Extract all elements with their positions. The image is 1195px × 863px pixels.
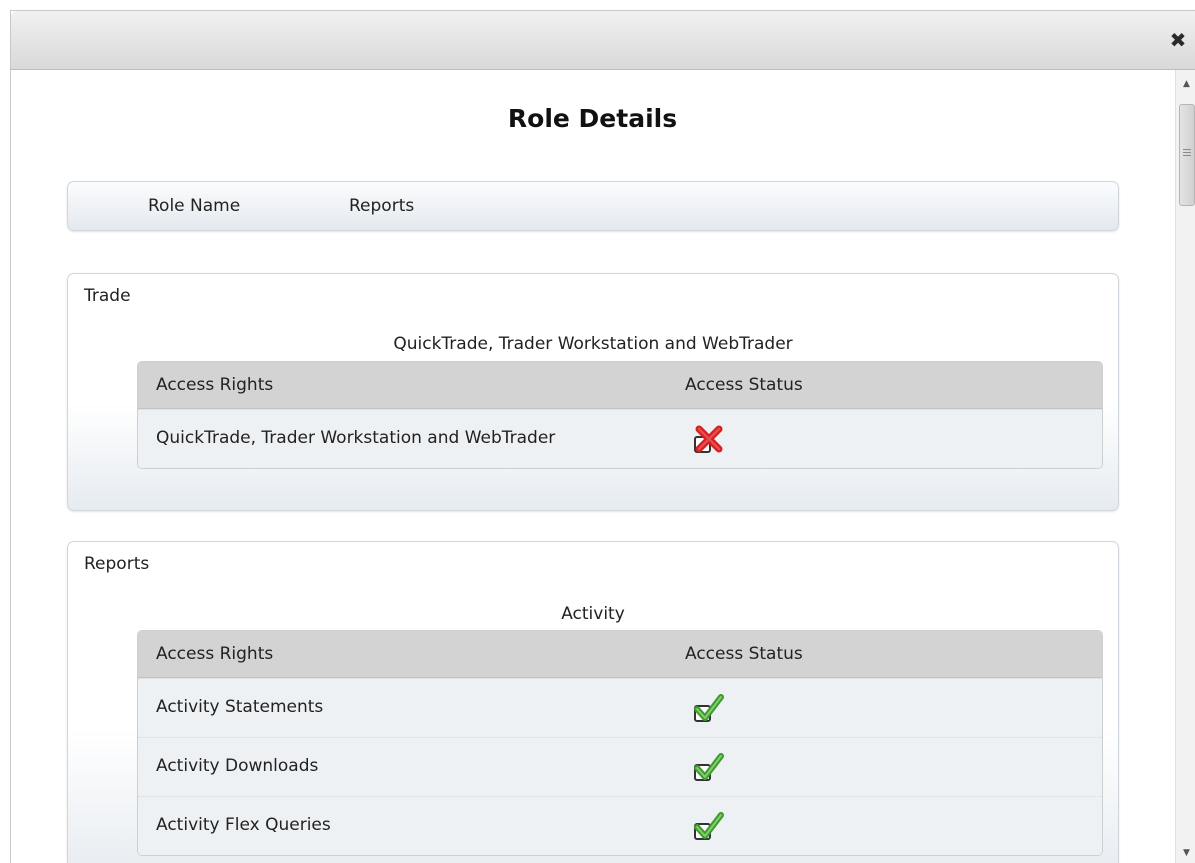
dialog-content: Role Details Role Name Reports Trade Qui… xyxy=(11,70,1174,863)
table-row: QuickTrade, Trader Workstation and WebTr… xyxy=(138,409,1102,468)
table-header: Access Rights Access Status xyxy=(138,362,1102,409)
page-title: Role Details xyxy=(507,104,678,133)
section-subheading: Activity xyxy=(561,604,625,624)
section-title: Reports xyxy=(84,554,150,574)
section-subheading: QuickTrade, Trader Workstation and WebTr… xyxy=(393,334,793,354)
table-row: Activity Downloads xyxy=(138,737,1102,796)
table-row: Activity Statements xyxy=(138,678,1102,737)
access-right-name: Activity Statements xyxy=(156,697,324,717)
granted-check-icon xyxy=(694,753,724,781)
access-right-name: QuickTrade, Trader Workstation and WebTr… xyxy=(156,428,556,448)
access-rights-table: Access Rights Access Status QuickTrade, … xyxy=(137,361,1103,469)
access-right-name: Activity Flex Queries xyxy=(156,815,331,835)
section-trade: Trade QuickTrade, Trader Workstation and… xyxy=(67,273,1119,511)
column-header-access-status: Access Status xyxy=(685,375,803,395)
column-header-access-status: Access Status xyxy=(685,644,803,664)
dialog-titlebar: ✖ xyxy=(11,11,1195,70)
role-details-dialog: ✖ Role Details Role Name Reports Trade Q… xyxy=(10,10,1195,863)
access-right-name: Activity Downloads xyxy=(156,756,319,776)
column-header-access-rights: Access Rights xyxy=(156,375,274,395)
close-button[interactable]: ✖ xyxy=(1168,29,1188,51)
access-rights-table: Access Rights Access Status Activity Sta… xyxy=(137,630,1103,856)
granted-check-icon xyxy=(694,812,724,840)
granted-check-icon xyxy=(694,694,724,722)
scrollbar-grip-icon xyxy=(1183,149,1191,158)
table-row: Activity Flex Queries xyxy=(138,796,1102,855)
section-reports: Reports Activity Access Rights Access St… xyxy=(67,541,1119,863)
scrollbar-thumb[interactable] xyxy=(1179,104,1195,206)
scroll-up-arrow-icon[interactable]: ▲ xyxy=(1176,74,1195,94)
role-name-bar: Role Name Reports xyxy=(67,181,1119,231)
section-title: Trade xyxy=(84,286,131,306)
denied-x-icon xyxy=(694,425,723,453)
scroll-down-arrow-icon[interactable]: ▼ xyxy=(1176,843,1195,863)
table-header: Access Rights Access Status xyxy=(138,631,1102,678)
vertical-scrollbar[interactable]: ▲ ▼ xyxy=(1175,70,1195,863)
role-name-value: Reports xyxy=(349,196,415,216)
role-name-label: Role Name xyxy=(148,196,241,216)
column-header-access-rights: Access Rights xyxy=(156,644,274,664)
